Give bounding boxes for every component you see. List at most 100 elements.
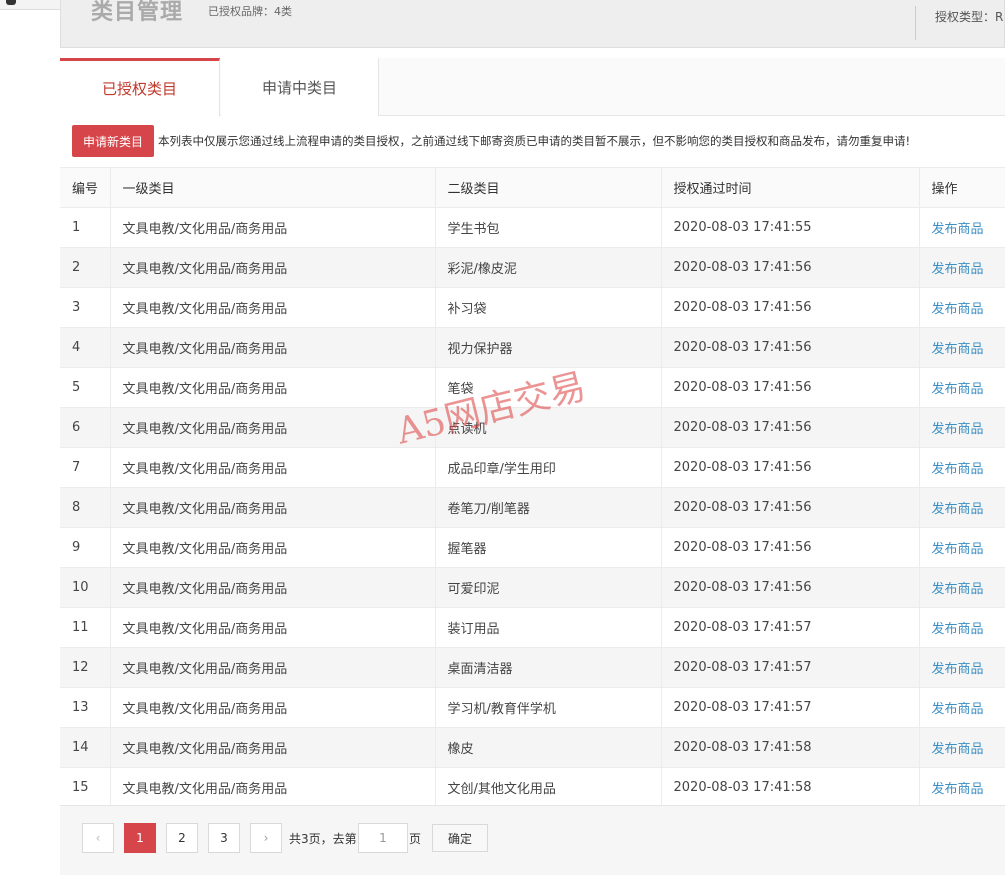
row-auth-time-cell: 2020-08-03 17:41:57: [661, 647, 920, 688]
publish-product-link[interactable]: 发布商品: [932, 422, 984, 437]
table-body: 1 文具电教/文化用品/商务用品 学生书包 2020-08-03 17:41:55 发布…: [60, 207, 1005, 808]
row-action-cell: 发布商品: [919, 607, 1005, 648]
publish-product-link[interactable]: 发布商品: [932, 382, 984, 397]
row-category-level2: 桌面清洁器: [447, 662, 513, 677]
row-id: 11: [72, 620, 89, 635]
row-action-cell: 发布商品: [919, 367, 1005, 408]
row-category-level2-cell: 文创/其他文化用品: [435, 767, 662, 808]
row-auth-time: 2020-08-03 17:41:56: [673, 500, 812, 515]
publish-product-link[interactable]: 发布商品: [932, 782, 984, 797]
row-category-level2-cell: 彩泥/橡皮泥: [435, 247, 662, 288]
page-button-2[interactable]: 2: [166, 823, 198, 853]
column-header-id[interactable]: 编号: [60, 167, 111, 208]
publish-product-link[interactable]: 发布商品: [932, 582, 984, 597]
publish-product-link[interactable]: 发布商品: [932, 702, 984, 717]
table-row: 1 文具电教/文化用品/商务用品 学生书包 2020-08-03 17:41:55 发布…: [60, 207, 1005, 248]
publish-product-link[interactable]: 发布商品: [932, 622, 984, 637]
row-category-level2-cell: 补习袋: [435, 287, 662, 328]
next-page-button[interactable]: ›: [250, 823, 282, 853]
row-id: 8: [72, 500, 81, 515]
tab-authorized-categories[interactable]: 已授权类目: [60, 58, 220, 116]
apply-new-category-button[interactable]: 申请新类目: [72, 125, 154, 157]
publish-product-link[interactable]: 发布商品: [932, 262, 984, 277]
publish-product-link[interactable]: 发布商品: [932, 542, 984, 557]
row-auth-time: 2020-08-03 17:41:58: [673, 780, 812, 795]
publish-product-link[interactable]: 发布商品: [932, 742, 984, 757]
row-id: 12: [72, 660, 89, 675]
row-auth-time-cell: 2020-08-03 17:41:56: [661, 447, 920, 488]
publish-product-link[interactable]: 发布商品: [932, 462, 984, 477]
row-auth-time-cell: 2020-08-03 17:41:56: [661, 367, 920, 408]
row-auth-time-cell: 2020-08-03 17:41:58: [661, 727, 920, 768]
row-category-level1: 文具电教/文化用品/商务用品: [122, 582, 288, 597]
publish-product-link[interactable]: 发布商品: [932, 662, 984, 677]
row-id-cell: 1: [60, 207, 111, 248]
row-action-cell: 发布商品: [919, 727, 1005, 768]
row-category-level2: 学生书包: [447, 222, 500, 237]
row-auth-time-cell: 2020-08-03 17:41:58: [661, 767, 920, 808]
row-category-level1: 文具电教/文化用品/商务用品: [122, 702, 288, 717]
publish-product-link[interactable]: 发布商品: [932, 302, 984, 317]
table-row: 10 文具电教/文化用品/商务用品 可爱印泥 2020-08-03 17:41:56 发…: [60, 567, 1005, 608]
row-category-level2-cell: 桌面清洁器: [435, 647, 662, 688]
row-category-level2-cell: 成品印章/学生用印: [435, 447, 662, 488]
page-button-1[interactable]: 1: [124, 823, 156, 853]
row-id-cell: 2: [60, 247, 111, 288]
row-category-level2: 视力保护器: [447, 342, 513, 357]
row-id: 7: [72, 460, 81, 475]
row-action-cell: 发布商品: [919, 287, 1005, 328]
row-id-cell: 3: [60, 287, 111, 328]
category-table: 编号 一级类目 二级类目 授权通过时间 操作 1 文具电教/文化用品/商务用品 学生…: [60, 167, 1005, 808]
row-category-level1: 文具电教/文化用品/商务用品: [122, 502, 288, 517]
row-id: 3: [72, 300, 81, 315]
row-category-level2: 装订用品: [447, 622, 500, 637]
goto-page-input[interactable]: [358, 823, 408, 853]
row-action-cell: 发布商品: [919, 527, 1005, 568]
row-category-level1-cell: 文具电教/文化用品/商务用品: [110, 367, 436, 408]
row-action-cell: 发布商品: [919, 207, 1005, 248]
column-header-category-level1[interactable]: 一级类目: [110, 167, 436, 208]
row-auth-time-cell: 2020-08-03 17:41:56: [661, 407, 920, 448]
row-category-level2: 点读机: [447, 422, 487, 437]
row-category-level1: 文具电教/文化用品/商务用品: [122, 342, 288, 357]
goto-confirm-button[interactable]: 确定: [432, 824, 488, 852]
row-category-level2: 补习袋: [447, 302, 487, 317]
row-id-cell: 6: [60, 407, 111, 448]
row-category-level1-cell: 文具电教/文化用品/商务用品: [110, 407, 436, 448]
chevron-right-icon: ›: [263, 831, 269, 845]
notice-bar: 申请新类目 本列表中仅展示您通过线上流程申请的类目授权，之前通过线下邮寄资质已申…: [72, 124, 910, 158]
row-auth-time: 2020-08-03 17:41:56: [673, 420, 812, 435]
row-id: 6: [72, 420, 81, 435]
row-category-level2-cell: 学生书包: [435, 207, 662, 248]
page-button-3[interactable]: 3: [208, 823, 240, 853]
prev-page-button[interactable]: ‹: [82, 823, 114, 853]
row-action-cell: 发布商品: [919, 487, 1005, 528]
row-category-level1-cell: 文具电教/文化用品/商务用品: [110, 567, 436, 608]
row-action-cell: 发布商品: [919, 247, 1005, 288]
row-auth-time-cell: 2020-08-03 17:41:55: [661, 207, 920, 248]
row-category-level1: 文具电教/文化用品/商务用品: [122, 422, 288, 437]
column-header-category-level2[interactable]: 二级类目: [435, 167, 662, 208]
table-row: 15 文具电教/文化用品/商务用品 文创/其他文化用品 2020-08-03 17:4…: [60, 767, 1005, 808]
row-id: 14: [72, 740, 89, 755]
row-id: 13: [72, 700, 89, 715]
row-category-level1: 文具电教/文化用品/商务用品: [122, 742, 288, 757]
column-header-auth-time[interactable]: 授权通过时间: [661, 167, 920, 208]
row-id: 15: [72, 780, 89, 795]
row-auth-time: 2020-08-03 17:41:57: [673, 620, 812, 635]
row-auth-time: 2020-08-03 17:41:56: [673, 260, 812, 275]
row-category-level2: 橡皮: [447, 742, 474, 757]
row-id-cell: 4: [60, 327, 111, 368]
column-header-action[interactable]: 操作: [919, 167, 1005, 208]
tab-pending-categories[interactable]: 申请中类目: [221, 58, 379, 116]
row-id-cell: 7: [60, 447, 111, 488]
row-id-cell: 11: [60, 607, 111, 648]
row-category-level1: 文具电教/文化用品/商务用品: [122, 622, 288, 637]
row-category-level1: 文具电教/文化用品/商务用品: [122, 662, 288, 677]
publish-product-link[interactable]: 发布商品: [932, 342, 984, 357]
publish-product-link[interactable]: 发布商品: [932, 222, 984, 237]
publish-product-link[interactable]: 发布商品: [932, 502, 984, 517]
row-category-level1: 文具电教/文化用品/商务用品: [122, 542, 288, 557]
row-category-level1: 文具电教/文化用品/商务用品: [122, 302, 288, 317]
bookmark-icon[interactable]: [6, 0, 16, 5]
